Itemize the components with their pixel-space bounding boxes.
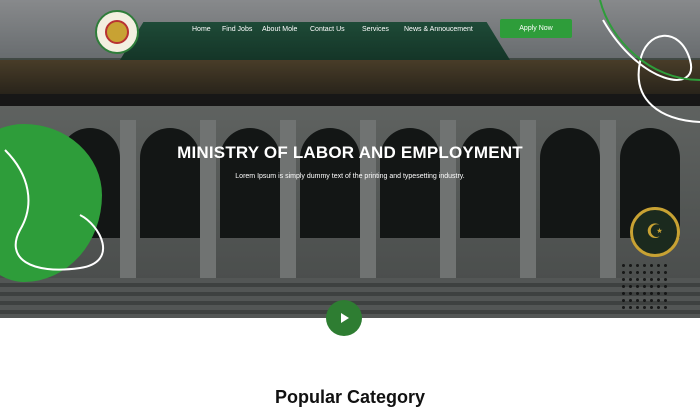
nav-news-announcement[interactable]: News & Annoucement <box>404 24 473 36</box>
nav-about-mole[interactable]: About Mole <box>262 24 297 36</box>
popular-category-heading: Popular Category <box>274 387 426 407</box>
play-video-button[interactable] <box>326 300 362 336</box>
nav-contact-us[interactable]: Contact Us <box>310 24 345 36</box>
white-curve-line-left <box>4 149 104 271</box>
nav-find-jobs[interactable]: Find Jobs <box>222 24 252 36</box>
play-icon <box>341 313 349 323</box>
hero-banner: ☪ Home Find Jobs About Mole Contact Us S… <box>0 0 700 318</box>
main-nav: Home Find Jobs About Mole Contact Us Ser… <box>0 24 700 36</box>
nav-home[interactable]: Home <box>192 24 211 36</box>
hero-title: MINISTRY OF LABOR AND EMPLOYMENT <box>177 143 523 162</box>
apply-now-button[interactable]: Apply Now <box>500 19 572 38</box>
nav-services[interactable]: Services <box>362 24 389 36</box>
green-curve-line <box>599 0 700 81</box>
hero-subtitle: Lorem Ipsum is simply dummy text of the … <box>235 173 465 180</box>
